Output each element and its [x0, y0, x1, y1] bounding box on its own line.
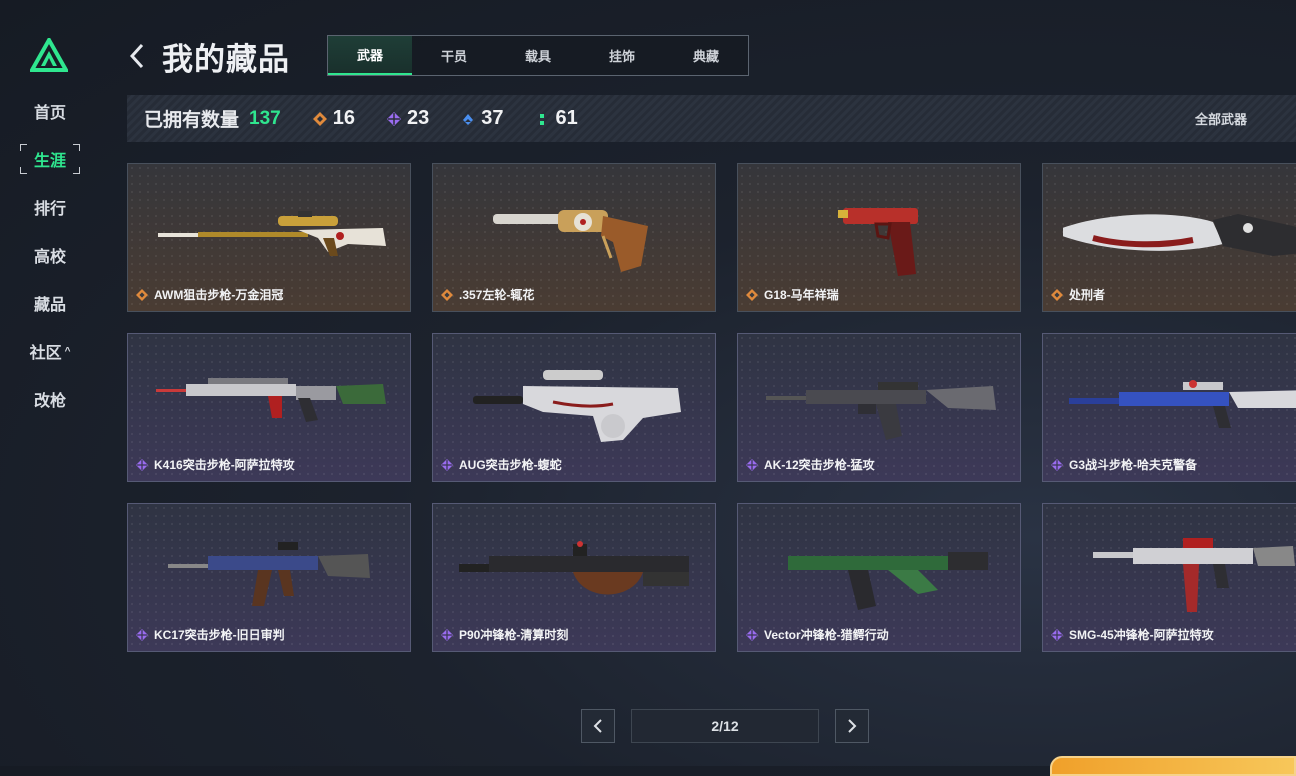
collection-card[interactable]: AK-12突击步枪-猛攻 [737, 333, 1021, 482]
owned-count: 137 [249, 107, 281, 129]
collection-card[interactable]: Vector冲锋枪-猎鳄行动 [737, 503, 1021, 652]
card-title: SMG-45冲锋枪-阿萨拉特攻 [1069, 628, 1214, 642]
k416-rifle-image [156, 378, 386, 422]
chevron-up-icon: ^ [64, 345, 71, 357]
back-arrow-icon[interactable] [130, 41, 150, 71]
rarity-count-rare: 37 [461, 107, 503, 130]
sidebar-item-home[interactable]: 首页 [20, 96, 80, 126]
epic-diamond-icon [1051, 628, 1063, 641]
tab-vehicles[interactable]: 载具 [496, 36, 580, 75]
aug-rifle-image [473, 370, 681, 442]
collection-card[interactable]: AWM狙击步枪-万金泪冠 [127, 163, 411, 312]
epic-diamond-icon [1051, 458, 1063, 471]
category-tabs: 武器 干员 载具 挂饰 典藏 [327, 35, 749, 76]
collection-card[interactable]: G18-马年祥瑞 [737, 163, 1021, 312]
sidebar-item-community[interactable]: 社区 ^ [20, 336, 80, 366]
collection-card[interactable]: KC17突击步枪-旧日审判 [127, 503, 411, 652]
revolver-image [493, 210, 648, 272]
stats-bar: 已拥有数量 137 16 23 37 61 全部武器 [127, 95, 1296, 142]
legendary-diamond-icon [441, 288, 453, 301]
chevron-right-icon [848, 719, 857, 733]
card-title: AWM狙击步枪-万金泪冠 [154, 288, 284, 302]
common-dots-icon [540, 113, 545, 125]
sidebar-item-ranking[interactable]: 排行 [20, 192, 80, 222]
tab-operators[interactable]: 干员 [412, 36, 496, 75]
rarity-count-common: 61 [535, 107, 578, 130]
legendary-diamond-icon [1051, 288, 1063, 301]
sidebar-nav: 首页 生涯 排行 高校 藏品 社区 ^ 改枪 [20, 96, 80, 432]
card-title: .357左轮-辄花 [459, 288, 535, 302]
legendary-diamond-icon [136, 288, 148, 301]
weapon-filter-dropdown[interactable]: 全部武器 [1195, 95, 1247, 142]
epic-diamond-icon [136, 458, 148, 471]
legendary-diamond-icon [312, 111, 327, 126]
epic-diamond-icon [386, 111, 401, 126]
epic-diamond-icon [746, 628, 758, 641]
sidebar-item-label: 高校 [33, 249, 66, 266]
rare-diamond-icon [463, 113, 474, 125]
tab-archive[interactable]: 典藏 [664, 36, 748, 75]
corner-action-button[interactable] [1050, 756, 1296, 776]
rarity-count-epic: 23 [386, 107, 429, 130]
sidebar-item-label: 生涯 [33, 153, 66, 170]
tab-charms[interactable]: 挂饰 [580, 36, 664, 75]
next-page-button[interactable] [835, 709, 869, 743]
collection-card[interactable]: .357左轮-辄花 [432, 163, 716, 312]
tab-weapons[interactable]: 武器 [328, 36, 412, 75]
prev-page-button[interactable] [581, 709, 615, 743]
sidebar-item-label: 排行 [33, 201, 66, 218]
epic-diamond-icon [136, 628, 148, 641]
sidebar-item-label: 改枪 [33, 393, 66, 410]
card-title: P90冲锋枪-清算时刻 [459, 628, 569, 642]
page-header: 我的藏品 [130, 36, 290, 77]
collection-card[interactable]: SMG-45冲锋枪-阿萨拉特攻 [1042, 503, 1296, 652]
epic-diamond-icon [441, 458, 453, 471]
collection-card[interactable]: G3战斗步枪-哈夫克警备 [1042, 333, 1296, 482]
sidebar-item-college[interactable]: 高校 [20, 240, 80, 270]
sidebar: 首页 生涯 排行 高校 藏品 社区 ^ 改枪 [0, 0, 100, 766]
collection-card[interactable]: 处刑者 [1042, 163, 1296, 312]
sidebar-item-label: 藏品 [33, 297, 66, 314]
rarity-count-legendary: 16 [312, 107, 355, 130]
smg45-image [1093, 538, 1295, 612]
collection-card[interactable]: P90冲锋枪-清算时刻 [432, 503, 716, 652]
legendary-diamond-icon [746, 288, 758, 301]
sidebar-item-label: 社区 [29, 345, 62, 362]
card-title: KC17突击步枪-旧日审判 [154, 628, 285, 642]
knife-image [1063, 214, 1296, 256]
card-title: K416突击步枪-阿萨拉特攻 [154, 458, 295, 472]
card-title: G18-马年祥瑞 [764, 288, 839, 302]
p90-smg-image [459, 541, 689, 595]
sidebar-item-label: 首页 [33, 105, 66, 122]
sidebar-item-gunsmith[interactable]: 改枪 [20, 384, 80, 414]
page-title: 我的藏品 [162, 41, 290, 77]
pagination: 2/12 [581, 709, 869, 743]
card-title: AUG突击步枪-蝮蛇 [459, 458, 562, 472]
owned-label: 已拥有数量 [144, 110, 240, 131]
triangle-logo-icon[interactable] [30, 38, 68, 72]
card-title: Vector冲锋枪-猎鳄行动 [764, 628, 889, 642]
sidebar-item-collection[interactable]: 藏品 [20, 288, 80, 318]
collection-card[interactable]: K416突击步枪-阿萨拉特攻 [127, 333, 411, 482]
sidebar-item-career[interactable]: 生涯 [20, 144, 80, 174]
epic-diamond-icon [746, 458, 758, 471]
card-title: 处刑者 [1069, 288, 1106, 302]
kc17-rifle-image [168, 542, 370, 606]
ak12-rifle-image [766, 382, 996, 440]
g18-pistol-image [838, 208, 918, 276]
page-indicator: 2/12 [631, 709, 819, 743]
g3-rifle-image [1069, 380, 1296, 428]
epic-diamond-icon [441, 628, 453, 641]
collection-card[interactable]: AUG突击步枪-蝮蛇 [432, 333, 716, 482]
card-title: G3战斗步枪-哈夫克警备 [1069, 458, 1198, 472]
card-title: AK-12突击步枪-猛攻 [764, 458, 875, 472]
vector-smg-image [788, 552, 988, 610]
awm-rifle-image [158, 211, 386, 256]
chevron-left-icon [593, 719, 602, 733]
